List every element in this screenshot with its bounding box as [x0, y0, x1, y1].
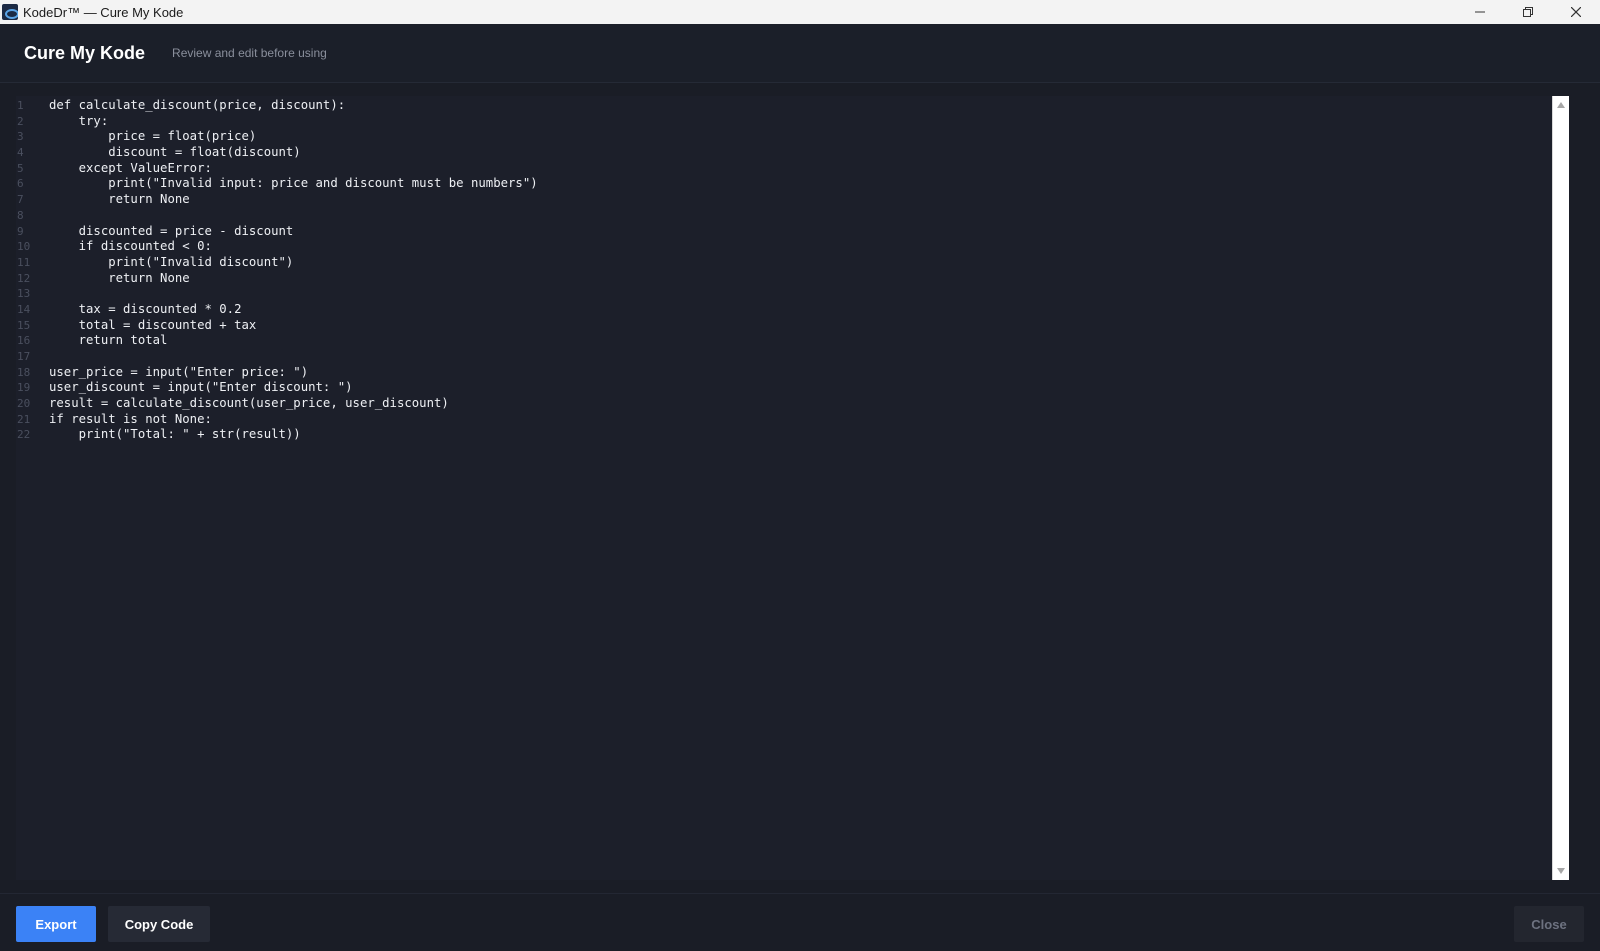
line-number: 3 — [17, 130, 24, 144]
line-code[interactable]: total = discounted + tax — [49, 318, 257, 334]
code-line[interactable]: 1 def calculate_discount(price, discount)… — [16, 98, 1551, 114]
close-button[interactable]: Close — [1514, 906, 1584, 942]
line-code[interactable]: discount = float(discount) — [49, 145, 301, 161]
close-window-button[interactable] — [1552, 0, 1600, 24]
line-code[interactable]: result = calculate_discount(user_price, … — [49, 396, 449, 412]
line-number: 18 — [17, 365, 31, 379]
line-code[interactable]: return total — [49, 333, 168, 349]
line-number: 20 — [17, 397, 31, 411]
line-number: 1 — [17, 99, 24, 112]
scroll-down-arrow-icon[interactable] — [1557, 868, 1565, 874]
line-code[interactable]: def calculate_discount(price, discount): — [49, 98, 345, 114]
export-button[interactable]: Export — [16, 906, 96, 942]
restore-icon — [1523, 7, 1533, 17]
line-number: 16 — [17, 334, 31, 348]
vertical-scrollbar[interactable] — [1552, 96, 1569, 880]
code-line[interactable]: 4 discount = float(discount) — [16, 145, 1551, 161]
code-line[interactable]: 17 — [16, 349, 1551, 365]
window-controls — [1456, 0, 1600, 24]
code-area[interactable]: 1 def calculate_discount(price, discount)… — [16, 96, 1551, 880]
code-line[interactable]: 20 result = calculate_discount(user_price… — [16, 396, 1551, 412]
scroll-up-arrow-icon[interactable] — [1557, 102, 1565, 108]
line-code[interactable]: discounted = price - discount — [49, 224, 294, 240]
page-title: Cure My Kode — [24, 42, 146, 63]
line-number: 21 — [17, 412, 31, 426]
line-number: 19 — [17, 381, 31, 395]
line-number: 8 — [17, 208, 24, 222]
code-editor[interactable]: 1 def calculate_discount(price, discount)… — [16, 96, 1569, 880]
code-line[interactable]: 21 if result is not None: — [16, 412, 1551, 428]
code-line[interactable]: 13 — [16, 286, 1551, 302]
line-number: 17 — [17, 350, 31, 363]
line-number: 12 — [17, 271, 31, 285]
line-code[interactable]: print("Invalid input: price and discount… — [49, 176, 537, 192]
code-line[interactable]: 6 print("Invalid input: price and discou… — [16, 176, 1551, 192]
line-code[interactable]: if result is not None: — [49, 412, 212, 428]
line-code[interactable]: return None — [49, 271, 189, 287]
code-line[interactable]: 12 return None — [16, 271, 1551, 287]
line-number: 14 — [17, 302, 31, 316]
line-code[interactable]: tax = discounted * 0.2 — [49, 302, 242, 318]
code-line[interactable]: 3 price = float(price) — [16, 129, 1551, 145]
line-number: 15 — [17, 318, 31, 332]
line-number: 5 — [17, 161, 24, 175]
line-code[interactable]: print("Total: " + str(result)) — [49, 427, 301, 443]
line-code[interactable]: user_price = input("Enter price: ") — [49, 365, 308, 381]
line-number: 10 — [17, 240, 31, 254]
code-line[interactable]: 14 tax = discounted * 0.2 — [16, 302, 1551, 318]
page-header: Cure My Kode Review and edit before usin… — [0, 24, 1600, 83]
line-number: 4 — [17, 146, 24, 160]
window-titlebar: KodeDr™ — Cure My Kode — [0, 0, 1600, 24]
line-code[interactable]: return None — [49, 192, 189, 208]
copy-code-button[interactable]: Copy Code — [108, 906, 210, 942]
line-code[interactable]: if discounted < 0: — [49, 239, 212, 255]
code-line[interactable]: 19 user_discount = input("Enter discount:… — [16, 380, 1551, 396]
code-line[interactable]: 11 print("Invalid discount") — [16, 255, 1551, 271]
code-line[interactable]: 18 user_price = input("Enter price: ") — [16, 365, 1551, 381]
line-number: 11 — [17, 255, 31, 269]
code-line[interactable]: 10 if discounted < 0: — [16, 239, 1551, 255]
code-line[interactable]: 2 try: — [16, 114, 1551, 130]
line-number: 7 — [17, 193, 24, 207]
footer-bar: Export Copy Code Close — [0, 893, 1600, 951]
window-title: KodeDr™ — Cure My Kode — [23, 4, 184, 20]
code-line[interactable]: 8 — [16, 208, 1551, 224]
page-subtitle: Review and edit before using — [172, 46, 327, 60]
code-line[interactable]: 7 return None — [16, 192, 1551, 208]
app-logo-icon — [2, 4, 18, 20]
line-number: 13 — [17, 287, 31, 301]
code-line[interactable]: 15 total = discounted + tax — [16, 318, 1551, 334]
code-line[interactable]: 22 print("Total: " + str(result)) — [16, 427, 1551, 443]
code-line[interactable]: 5 except ValueError: — [16, 161, 1551, 177]
code-line[interactable]: 9 discounted = price - discount — [16, 224, 1551, 240]
line-number: 6 — [17, 177, 24, 191]
line-code[interactable]: except ValueError: — [49, 161, 212, 177]
line-code[interactable]: user_discount = input("Enter discount: "… — [49, 380, 353, 396]
line-code[interactable]: try: — [49, 114, 109, 130]
line-number: 9 — [17, 224, 24, 238]
close-icon — [1571, 7, 1581, 17]
line-number: 22 — [17, 428, 31, 442]
restore-button[interactable] — [1504, 0, 1552, 24]
line-code[interactable]: price = float(price) — [49, 129, 256, 145]
code-line[interactable]: 16 return total — [16, 333, 1551, 349]
minimize-icon — [1475, 11, 1485, 13]
minimize-button[interactable] — [1456, 0, 1504, 24]
line-number: 2 — [17, 114, 24, 128]
line-code[interactable]: print("Invalid discount") — [49, 255, 293, 271]
